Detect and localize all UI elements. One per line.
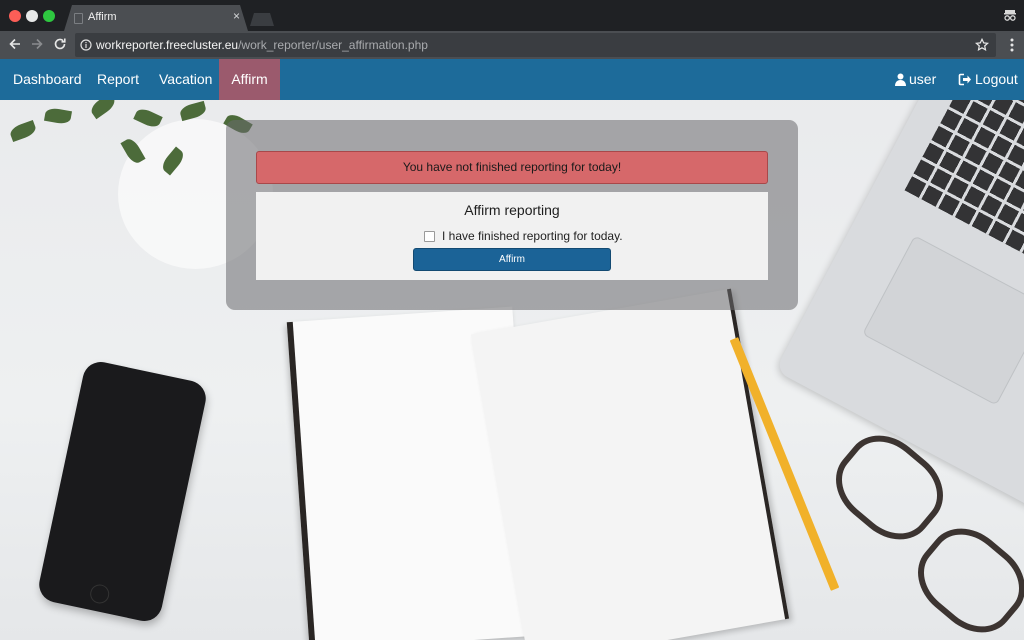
browser-toolbar: workreporter.freecluster.eu/work_reporte… (0, 31, 1024, 59)
minimize-window-button[interactable] (26, 10, 38, 22)
finished-reporting-checkbox[interactable] (424, 230, 435, 242)
nav-affirm[interactable]: Affirm (219, 59, 280, 100)
tab-close-button[interactable]: × (233, 9, 240, 23)
forward-arrow-icon[interactable] (30, 37, 44, 51)
tab-title: Affirm (88, 11, 117, 23)
nav-vacation[interactable]: Vacation (159, 59, 212, 100)
address-bar[interactable]: workreporter.freecluster.eu/work_reporte… (75, 33, 996, 57)
user-label: user (909, 71, 937, 87)
nav-logout[interactable]: Logout (958, 59, 1018, 100)
bookmark-star-icon[interactable] (975, 38, 989, 52)
url-text: workreporter.freecluster.eu/work_reporte… (96, 38, 428, 52)
back-arrow-icon[interactable] (8, 37, 22, 51)
leaf-decoration (178, 100, 208, 122)
phone-home-button (88, 582, 111, 606)
trackpad-decoration (862, 235, 1024, 406)
main-navbar: Dashboard Report Vacation Affirm user Lo… (0, 59, 1024, 100)
nav-user[interactable]: user (895, 59, 936, 100)
leaf-decoration (43, 106, 73, 126)
logout-icon (958, 73, 971, 86)
page-favicon-icon (74, 13, 83, 24)
browser-tab[interactable]: Affirm × (64, 5, 248, 31)
browser-menu-icon[interactable] (1010, 38, 1014, 52)
browser-window: Affirm × workreporter.freecluster.eu/wor… (0, 0, 1024, 640)
affirm-button[interactable]: Affirm (413, 248, 611, 271)
leaf-decoration (8, 119, 38, 143)
maximize-window-button[interactable] (43, 10, 55, 22)
new-tab-button[interactable] (250, 13, 274, 26)
notebook-right-page (470, 288, 790, 640)
phone-decoration (35, 358, 210, 625)
url-path: /work_reporter/user_affirmation.php (238, 38, 428, 52)
close-window-button[interactable] (9, 10, 21, 22)
incognito-icon (1004, 10, 1016, 21)
nav-report[interactable]: Report (97, 59, 139, 100)
affirm-checkbox-row: I have finished reporting for today. (424, 228, 623, 244)
tab-strip: Affirm × (0, 0, 1024, 31)
site-info-icon[interactable] (80, 39, 92, 51)
leaf-decoration (133, 106, 163, 130)
affirm-card: Affirm reporting I have finished reporti… (256, 192, 768, 280)
warning-alert: You have not finished reporting for toda… (256, 151, 768, 184)
user-icon (895, 73, 906, 86)
affirmation-panel: You have not finished reporting for toda… (226, 120, 798, 310)
url-host: workreporter.freecluster.eu (96, 38, 239, 52)
logout-label: Logout (975, 71, 1018, 87)
reload-icon[interactable] (53, 37, 67, 51)
nav-dashboard[interactable]: Dashboard (13, 59, 82, 100)
checkbox-label[interactable]: I have finished reporting for today. (442, 229, 623, 243)
card-title: Affirm reporting (464, 202, 560, 218)
